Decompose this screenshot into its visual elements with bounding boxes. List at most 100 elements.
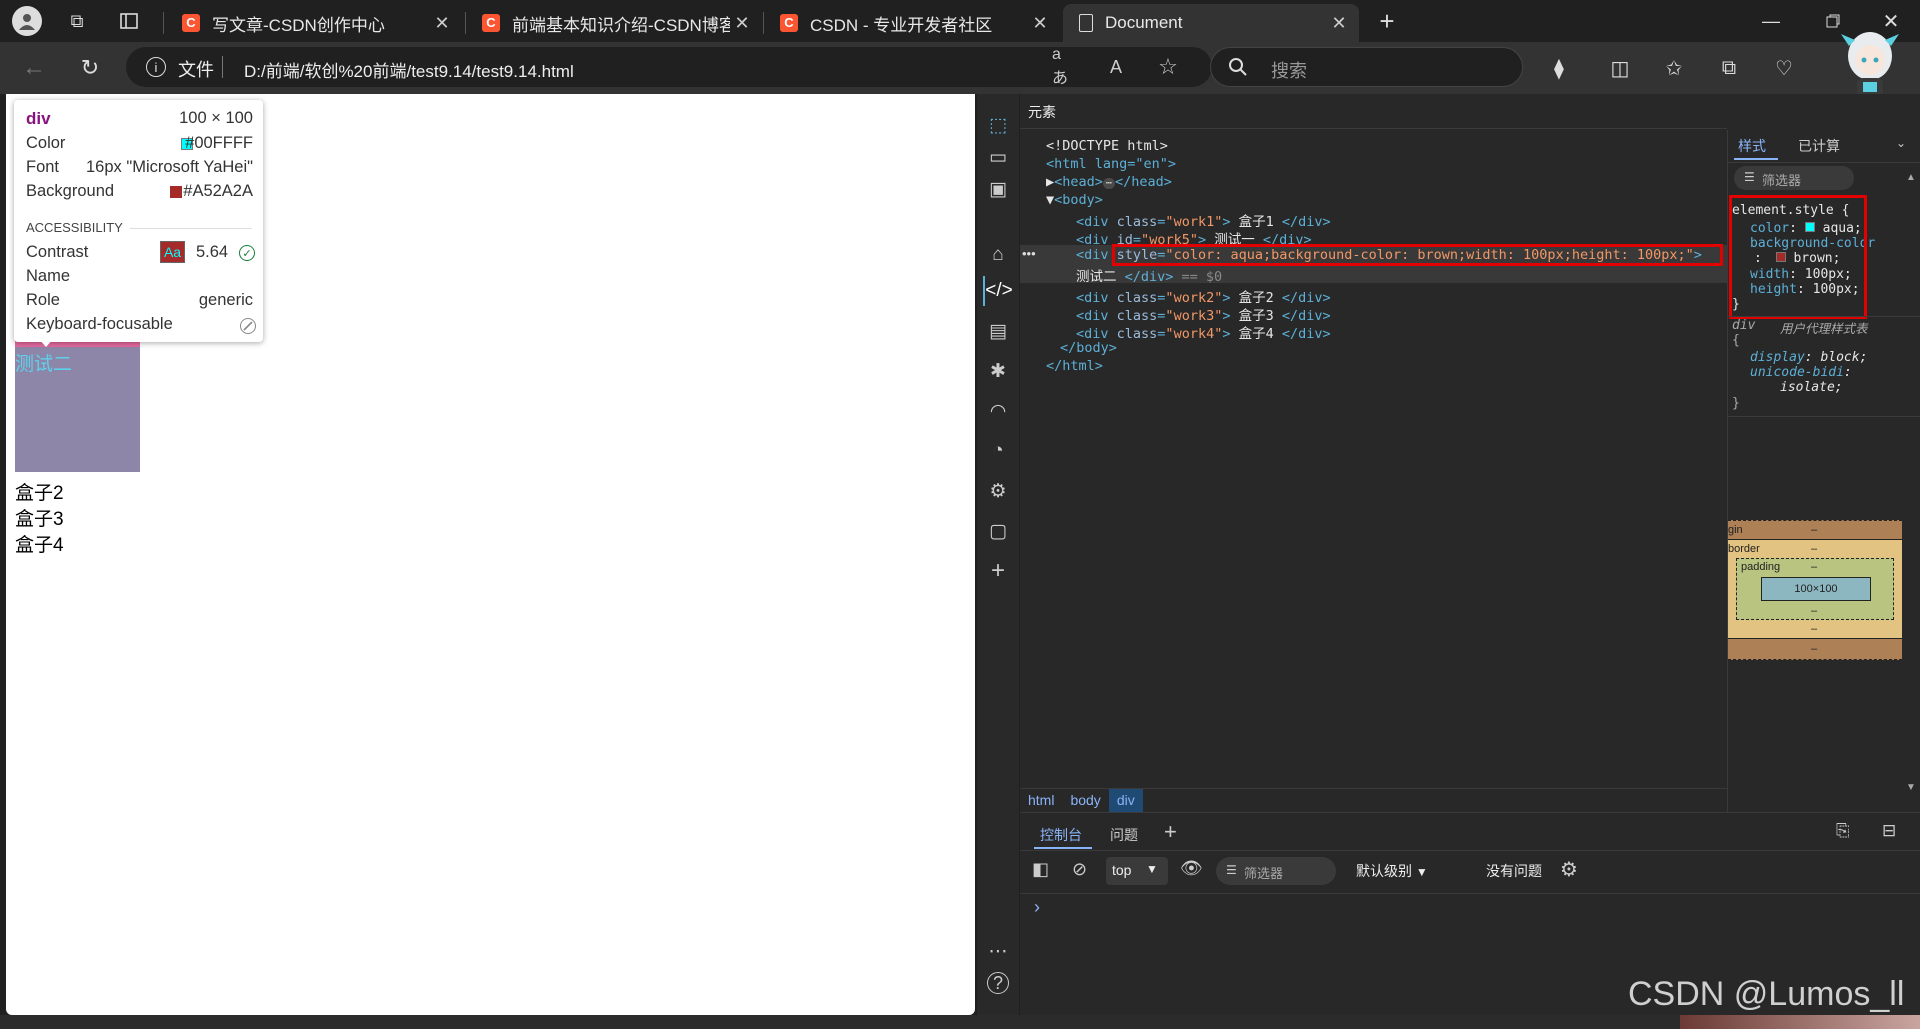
dom-body-open[interactable]: ▼<body> (1046, 192, 1103, 208)
annotation-red-box-dom (1112, 244, 1723, 266)
new-tab-button[interactable]: + (1372, 6, 1402, 36)
back-icon[interactable]: ← (20, 54, 48, 82)
favorite-star-icon[interactable]: ☆ (1156, 54, 1180, 79)
more-tools-plus-icon[interactable]: + (983, 556, 1013, 586)
performance-icon[interactable]: ◔ (983, 436, 1013, 466)
breadcrumb-html[interactable]: html (1020, 789, 1062, 813)
help-icon[interactable]: ? (987, 972, 1009, 994)
chevron-down-icon[interactable]: ⌄ (1896, 136, 1906, 150)
info-icon: i (146, 57, 166, 77)
tooltip-contrast-label: Contrast (26, 243, 89, 261)
browser-essentials-icon[interactable]: ♡ (1770, 54, 1798, 82)
device-emulation-icon[interactable]: ▭ (983, 142, 1013, 172)
not-allowed-icon (240, 318, 256, 334)
tab-strip: ⧉ C 写文章-CSDN创作中心 ✕ C 前端基本知识介绍-CSDN博客 ✕ C… (0, 0, 1920, 42)
console-tool-icon[interactable]: ▤ (983, 316, 1013, 346)
dom-div-work3[interactable]: <div class="work3"> 盒子3 </div> (1076, 304, 1331, 324)
split-screen-icon[interactable]: ◫ (1606, 54, 1634, 82)
close-icon[interactable]: ✕ (1028, 13, 1052, 34)
elements-tool-icon[interactable]: </> (983, 276, 1013, 306)
tab-3[interactable]: C CSDN - 专业开发者社区 ✕ (764, 4, 1060, 42)
tab-1[interactable]: C 写文章-CSDN创作中心 ✕ (166, 4, 462, 42)
tooltip-arrow (38, 338, 54, 347)
box-model-content[interactable]: 100×100 (1761, 577, 1871, 601)
styles-filter-input[interactable]: ☰ 筛选器 (1734, 166, 1854, 190)
more-dots-icon[interactable]: ••• (1022, 246, 1036, 261)
dom-div-work4[interactable]: <div class="work4"> 盒子4 </div> (1076, 322, 1331, 342)
tooltip-font-label: Font (26, 158, 60, 176)
ua-rule-display: display: block; (1750, 350, 1868, 365)
minimize-button[interactable]: — (1756, 6, 1786, 36)
tooltip-bg-value: #A52A2A (183, 182, 253, 200)
extensions-icon[interactable]: ⧫ (1545, 54, 1573, 82)
dom-head[interactable]: ▶<head> ⋯ </head> (1046, 174, 1172, 190)
devtools-activity-bar: ⬚ ▭ ▣ ⌂ </> ▤ ✱ ◠ ◔ ⚙ ▢ + ⋯ ? (977, 94, 1019, 1015)
dom-html-close[interactable]: </html> (1046, 358, 1103, 374)
clear-console-icon[interactable]: ⊘ (1072, 859, 1087, 880)
welcome-home-icon[interactable]: ⌂ (983, 240, 1013, 270)
dom-doctype[interactable]: <!DOCTYPE html> (1046, 138, 1168, 154)
breadcrumb-body[interactable]: body (1062, 789, 1108, 813)
box-model-padding[interactable]: padding – – 100×100 (1736, 558, 1894, 620)
breadcrumb-div[interactable]: div (1108, 789, 1143, 813)
document-icon (1079, 14, 1093, 32)
ua-selector: div (1732, 318, 1756, 333)
page-line: 盒子3 (15, 509, 64, 530)
application-icon[interactable]: ▢ (983, 516, 1013, 546)
user-icon (19, 14, 35, 30)
tab-actions-icon[interactable] (116, 8, 142, 34)
page-viewport: 测试二 盒子2 盒子3 盒子4 div 100 × 100 Color #00F… (6, 94, 975, 1015)
dom-div-work1[interactable]: <div class="work1"> 盒子1 </div> (1076, 210, 1331, 230)
collections-icon[interactable]: ⧉ (1715, 54, 1743, 82)
context-selector[interactable]: top ▼ (1106, 857, 1168, 885)
close-icon[interactable]: ✕ (430, 13, 454, 34)
tab-2[interactable]: C 前端基本知识介绍-CSDN博客 ✕ (466, 4, 762, 42)
add-tab-plus-icon[interactable]: + (1164, 819, 1177, 845)
console-prompt[interactable]: › (1034, 897, 1040, 918)
font-icon[interactable]: A (1104, 56, 1128, 78)
filter-icon: ☰ (1744, 170, 1755, 184)
live-expression-eye-icon[interactable]: 👁 (1180, 858, 1203, 879)
dom-div-selected-text: 测试二 </div> == $0 (1076, 269, 1223, 285)
memory-chip-icon[interactable]: ⚙ (983, 476, 1013, 506)
network-wifi-icon[interactable]: ◠ (983, 396, 1013, 426)
scroll-down-arrow[interactable]: ▼ (1906, 782, 1916, 793)
dom-div-work2[interactable]: <div class="work2"> 盒子2 </div> (1076, 286, 1331, 306)
search-box[interactable]: 搜索 (1210, 47, 1523, 87)
undock-icon[interactable]: ⎘ (1836, 821, 1850, 841)
tab-styles[interactable]: 样式 (1738, 136, 1766, 156)
console-settings-gear-icon[interactable]: ⚙ (1560, 857, 1578, 882)
close-drawer-icon[interactable]: ⊟ (1882, 821, 1896, 841)
inspect-element-icon[interactable]: ⬚ (983, 110, 1013, 140)
log-level-dropdown[interactable]: 默认级别 ▼ (1356, 861, 1428, 881)
scroll-up-arrow[interactable]: ▲ (1906, 172, 1916, 183)
scheme-label: 文件 (178, 60, 214, 80)
tab-4-active[interactable]: Document ✕ (1063, 4, 1359, 42)
console-filter-input[interactable]: ☰ 筛选器 (1216, 857, 1336, 885)
tooltip-role-label: Role (26, 291, 60, 309)
sources-bug-icon[interactable]: ✱ (983, 356, 1013, 386)
favorites-icon[interactable]: ✩ (1660, 54, 1688, 82)
dom-html-open[interactable]: <html lang="en"> (1046, 156, 1176, 172)
dom-body-close[interactable]: </body> (1060, 340, 1117, 356)
close-icon[interactable]: ✕ (730, 13, 754, 34)
tab-console[interactable]: 控制台 (1040, 825, 1082, 845)
tab-issues[interactable]: 问题 (1110, 825, 1138, 845)
dropdown-arrow-icon: ▼ (1146, 862, 1158, 876)
issues-count[interactable]: 没有问题 (1486, 861, 1542, 881)
workspaces-icon[interactable]: ⧉ (64, 8, 90, 34)
devtools-panel-title: 元素 (1028, 104, 1056, 120)
profile-avatar[interactable] (12, 6, 42, 36)
address-bar[interactable]: i 文件 D:/前端/软创%20前端/test9.14/test9.14.htm… (126, 46, 1212, 87)
dock-icon[interactable]: ▣ (983, 174, 1013, 204)
refresh-icon[interactable]: ↻ (76, 54, 104, 82)
contrast-badge: Aa (160, 241, 185, 263)
read-aloud-icon[interactable]: aあ (1052, 46, 1076, 87)
more-options-icon[interactable]: ⋯ (983, 936, 1013, 966)
box-model-margin[interactable]: gin – – border – – padding – – 100×100 (1728, 520, 1902, 660)
inspect-highlight-box[interactable]: 测试二 (15, 339, 140, 472)
sidebar-toggle-icon[interactable]: ◧ (1032, 859, 1049, 880)
close-icon[interactable]: ✕ (1327, 13, 1351, 34)
tab-computed[interactable]: 已计算 (1798, 136, 1840, 156)
box-model-border[interactable]: border – – padding – – 100×100 (1728, 539, 1902, 639)
